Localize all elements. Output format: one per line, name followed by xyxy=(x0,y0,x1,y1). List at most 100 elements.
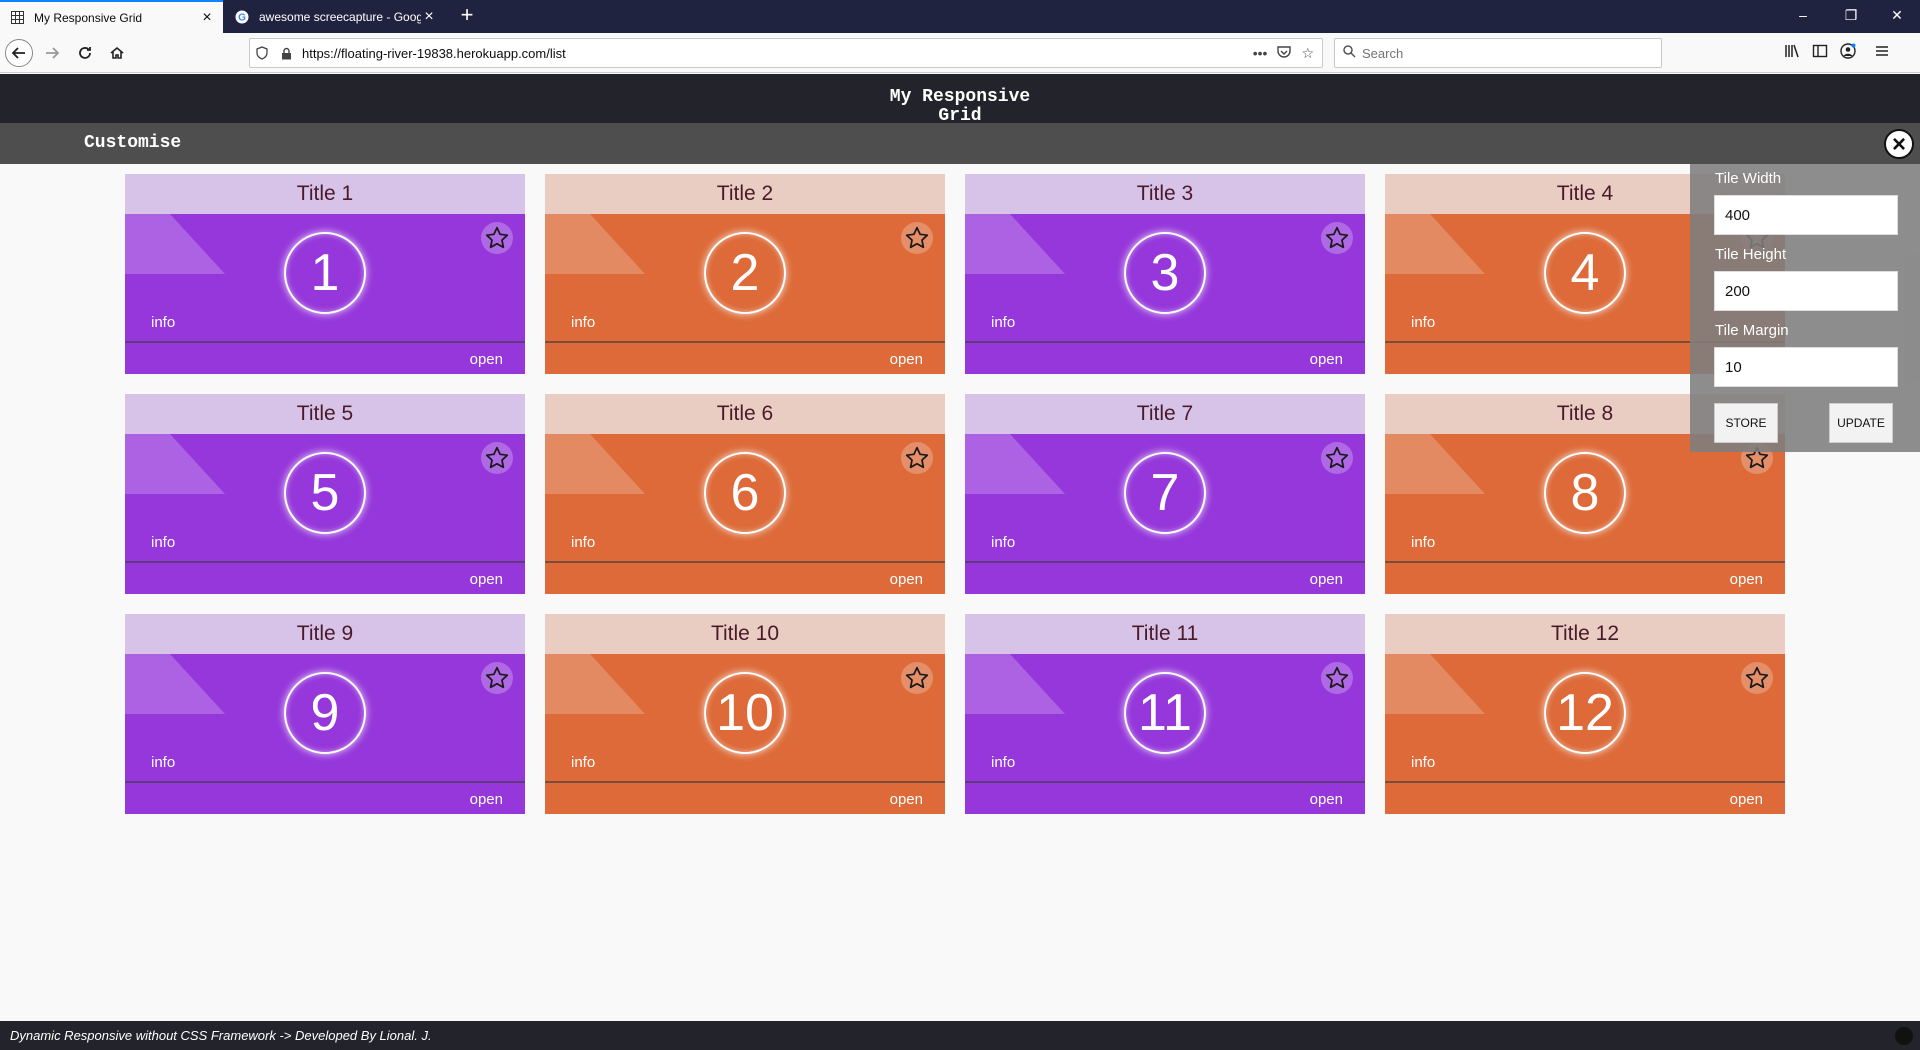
back-arrow-icon[interactable] xyxy=(5,39,33,67)
close-panel-icon[interactable]: × xyxy=(1884,129,1914,159)
page-actions-icon[interactable]: ••• xyxy=(1253,45,1268,62)
favorite-star-icon[interactable] xyxy=(901,662,933,694)
tile-open-link[interactable]: open xyxy=(1310,571,1343,588)
update-button[interactable]: UPDATE xyxy=(1829,403,1893,443)
footer-text: Dynamic Responsive without CSS Framework… xyxy=(10,1028,432,1043)
tile-body: 3 info xyxy=(965,214,1365,341)
tile-open-link[interactable]: open xyxy=(470,351,503,368)
tile-info-link[interactable]: info xyxy=(1411,534,1435,551)
new-tab-plus-icon[interactable]: + xyxy=(455,4,479,28)
pocket-icon[interactable] xyxy=(1277,45,1292,62)
forward-arrow-icon[interactable] xyxy=(38,39,66,67)
tile-open-link[interactable]: open xyxy=(1730,791,1763,808)
tile-info-link[interactable]: info xyxy=(571,754,595,771)
customise-bar: Customise xyxy=(0,123,1920,164)
account-icon[interactable] xyxy=(1840,43,1856,64)
tile-footer: open xyxy=(545,341,945,374)
tile-body: 6 info xyxy=(545,434,945,561)
favorite-star-icon[interactable] xyxy=(481,222,513,254)
tile-card[interactable]: Title 2 2 info open xyxy=(545,174,945,374)
sidebar-icon[interactable] xyxy=(1812,43,1828,64)
tile-footer: open xyxy=(545,781,945,814)
tile-fold-decoration xyxy=(545,654,645,714)
tile-card[interactable]: Title 1 1 info open xyxy=(125,174,525,374)
tile-card[interactable]: Title 7 7 info open xyxy=(965,394,1365,594)
tile-margin-input[interactable] xyxy=(1714,347,1898,387)
url-bar[interactable]: https://floating-river-19838.herokuapp.c… xyxy=(249,38,1323,68)
reload-icon[interactable] xyxy=(71,39,99,67)
window-minimize-icon[interactable]: – xyxy=(1780,0,1826,33)
tile-body: 9 info xyxy=(125,654,525,781)
tile-footer: open xyxy=(965,561,1365,594)
tile-card[interactable]: Title 11 11 info open xyxy=(965,614,1365,814)
tab-my-responsive-grid[interactable]: My Responsive Grid × xyxy=(0,0,223,33)
favorite-star-icon[interactable] xyxy=(1321,662,1353,694)
tile-fold-decoration xyxy=(545,434,645,494)
tab-google-search[interactable]: G awesome screecapture - Googl × xyxy=(225,0,445,33)
tile-info-link[interactable]: info xyxy=(991,534,1015,551)
tile-info-link[interactable]: info xyxy=(151,754,175,771)
favorite-star-icon[interactable] xyxy=(481,662,513,694)
tile-card[interactable]: Title 12 12 info open xyxy=(1385,614,1785,814)
customise-panel: Tile Width Tile Height Tile Margin STORE… xyxy=(1690,164,1920,452)
tile-info-link[interactable]: info xyxy=(1411,754,1435,771)
store-button[interactable]: STORE xyxy=(1714,403,1778,443)
tile-open-link[interactable]: open xyxy=(890,571,923,588)
window-close-icon[interactable]: ✕ xyxy=(1874,0,1920,33)
svg-text:G: G xyxy=(238,12,246,23)
favorite-star-icon[interactable] xyxy=(1741,662,1773,694)
tile-height-input[interactable] xyxy=(1714,271,1898,311)
tile-open-link[interactable]: open xyxy=(1310,351,1343,368)
tile-number: 7 xyxy=(1124,452,1206,534)
tile-body: 2 info xyxy=(545,214,945,341)
window-restore-icon[interactable]: ❐ xyxy=(1828,0,1874,33)
tile-card[interactable]: Title 5 5 info open xyxy=(125,394,525,594)
tile-info-link[interactable]: info xyxy=(991,754,1015,771)
tile-info-link[interactable]: info xyxy=(151,314,175,331)
tile-card[interactable]: Title 9 9 info open xyxy=(125,614,525,814)
menu-hamburger-icon[interactable] xyxy=(1874,43,1890,64)
search-input[interactable]: Search xyxy=(1334,38,1662,68)
tab-close-icon[interactable]: × xyxy=(199,9,215,26)
home-icon[interactable] xyxy=(103,39,131,67)
grid-icon xyxy=(10,11,24,25)
tile-open-link[interactable]: open xyxy=(1730,571,1763,588)
bookmark-star-icon[interactable]: ☆ xyxy=(1301,45,1314,62)
tile-body: 10 info xyxy=(545,654,945,781)
search-icon xyxy=(1343,45,1356,61)
tile-card[interactable]: Title 10 10 info open xyxy=(545,614,945,814)
tile-open-link[interactable]: open xyxy=(890,791,923,808)
favorite-star-icon[interactable] xyxy=(481,442,513,474)
tile-width-input[interactable] xyxy=(1714,195,1898,235)
favorite-star-icon[interactable] xyxy=(1321,442,1353,474)
library-icon[interactable] xyxy=(1784,43,1800,64)
tile-card[interactable]: Title 3 3 info open xyxy=(965,174,1365,374)
tab-close-icon[interactable]: × xyxy=(421,8,437,25)
search-placeholder: Search xyxy=(1362,45,1404,61)
tile-body: 5 info xyxy=(125,434,525,561)
tile-title: Title 6 xyxy=(545,394,945,434)
tile-fold-decoration xyxy=(965,654,1065,714)
tile-number: 2 xyxy=(704,232,786,314)
tile-info-link[interactable]: info xyxy=(991,314,1015,331)
tile-open-link[interactable]: open xyxy=(470,791,503,808)
tile-footer: open xyxy=(125,341,525,374)
tile-number: 6 xyxy=(704,452,786,534)
tile-info-link[interactable]: info xyxy=(1411,314,1435,331)
browser-nav-bar: https://floating-river-19838.herokuapp.c… xyxy=(0,33,1920,73)
favorite-star-icon[interactable] xyxy=(901,222,933,254)
tile-card[interactable]: Title 6 6 info open xyxy=(545,394,945,594)
tile-open-link[interactable]: open xyxy=(1310,791,1343,808)
favorite-star-icon[interactable] xyxy=(901,442,933,474)
tile-open-link[interactable]: open xyxy=(890,351,923,368)
tile-number: 9 xyxy=(284,672,366,754)
tile-margin-label: Tile Margin xyxy=(1715,322,1789,339)
tile-fold-decoration xyxy=(1385,214,1485,274)
tile-number: 12 xyxy=(1544,672,1626,754)
tile-info-link[interactable]: info xyxy=(571,534,595,551)
status-dot xyxy=(1895,1027,1913,1045)
tile-info-link[interactable]: info xyxy=(571,314,595,331)
tile-info-link[interactable]: info xyxy=(151,534,175,551)
tile-open-link[interactable]: open xyxy=(470,571,503,588)
favorite-star-icon[interactable] xyxy=(1321,222,1353,254)
